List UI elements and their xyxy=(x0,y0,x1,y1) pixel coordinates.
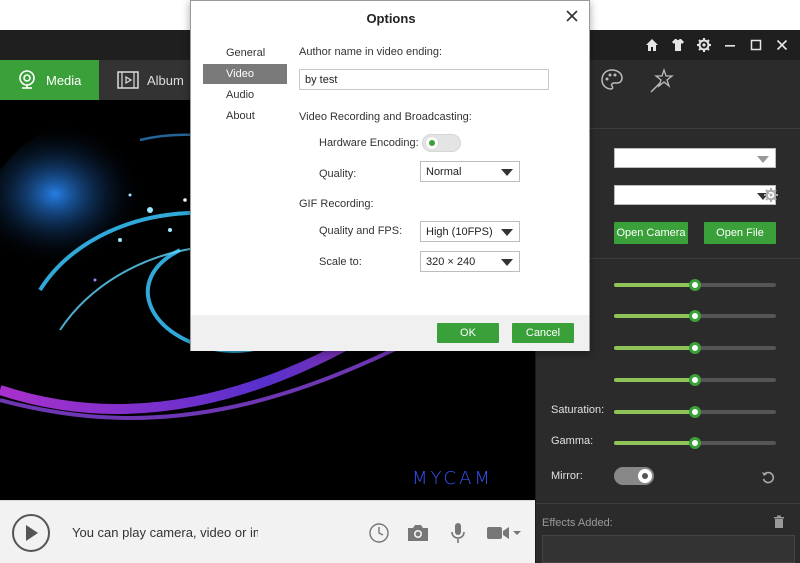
scale-select[interactable]: 320 × 240 xyxy=(420,251,520,272)
saturation-slider[interactable] xyxy=(614,406,776,418)
recording-section-label: Video Recording and Broadcasting: xyxy=(299,111,472,123)
hardware-encoding-label: Hardware Encoding: xyxy=(319,137,419,149)
timer-icon[interactable] xyxy=(368,521,390,545)
quality-select[interactable]: Normal xyxy=(420,161,520,182)
chevron-down-icon xyxy=(757,156,769,163)
author-name-input[interactable] xyxy=(299,69,549,90)
mycam-logo: MYCAM xyxy=(412,468,493,489)
slider-fill xyxy=(614,346,695,350)
scale-value: 320 × 240 xyxy=(426,255,476,268)
author-name-label: Author name in video ending: xyxy=(299,46,443,58)
slider-knob[interactable] xyxy=(689,310,701,322)
resolution-select[interactable] xyxy=(614,185,776,205)
saturation-slider-row: Saturation: xyxy=(536,401,800,421)
slider-knob[interactable] xyxy=(689,374,701,386)
slider-fill xyxy=(614,441,695,445)
dialog-title: Options xyxy=(366,11,416,26)
slider-track[interactable] xyxy=(614,374,776,386)
scale-label: Scale to: xyxy=(319,256,362,268)
camera-snapshot-icon[interactable] xyxy=(406,521,430,545)
maximize-icon[interactable] xyxy=(744,35,768,55)
close-icon[interactable] xyxy=(563,7,581,25)
saturation-label: Saturation: xyxy=(551,404,605,416)
quality-label: Quality: xyxy=(319,168,357,180)
slider-fill xyxy=(614,283,695,287)
gamma-slider[interactable] xyxy=(614,437,776,449)
chevron-down-icon xyxy=(501,169,513,176)
ok-button[interactable]: OK xyxy=(437,323,499,343)
slider-knob[interactable] xyxy=(689,342,701,354)
nav-about[interactable]: About xyxy=(203,106,287,126)
webcam-icon xyxy=(15,68,39,92)
toggle-knob xyxy=(638,469,652,483)
slider-track[interactable] xyxy=(614,342,776,354)
palette-icon[interactable] xyxy=(600,68,624,95)
dialog-footer: OK Cancel xyxy=(191,315,589,351)
video-record-icon[interactable] xyxy=(486,521,510,545)
reset-icon[interactable] xyxy=(761,470,775,487)
tab-album-label: Album xyxy=(147,72,184,88)
gif-section-label: GIF Recording: xyxy=(299,198,374,210)
slider-track[interactable] xyxy=(614,279,776,291)
slider-fill xyxy=(614,314,695,318)
nav-audio[interactable]: Audio xyxy=(203,85,287,105)
slider-fill xyxy=(614,410,695,414)
gif-quality-value: High (10FPS) xyxy=(426,225,493,238)
open-camera-button[interactable]: Open Camera xyxy=(614,222,688,244)
slider-knob[interactable] xyxy=(689,406,701,418)
gamma-label: Gamma: xyxy=(551,435,594,447)
window-controls xyxy=(640,35,794,55)
slider-track[interactable] xyxy=(614,310,776,322)
playback-bar: You can play camera, video or image xyxy=(0,500,535,563)
effects-list[interactable] xyxy=(542,535,795,563)
nav-video[interactable]: Video xyxy=(203,64,287,84)
tab-media[interactable]: Media xyxy=(0,60,99,100)
gamma-slider-row: Gamma: xyxy=(536,432,800,452)
trash-icon[interactable] xyxy=(773,515,785,532)
effects-added-label: Effects Added: xyxy=(542,517,613,529)
home-icon[interactable] xyxy=(640,35,664,55)
chevron-down-icon xyxy=(501,259,513,266)
minimize-icon[interactable] xyxy=(718,35,742,55)
toggle-knob xyxy=(425,136,439,150)
options-dialog: Options General Video Audio About Author… xyxy=(190,0,590,351)
cancel-button[interactable]: Cancel xyxy=(512,323,574,343)
chevron-down-icon[interactable] xyxy=(512,521,522,545)
camera-settings-gear-icon[interactable] xyxy=(764,188,778,205)
chevron-down-icon xyxy=(501,229,513,236)
tab-album[interactable]: Album xyxy=(99,60,194,100)
play-button[interactable] xyxy=(12,514,50,552)
skin-shirt-icon[interactable] xyxy=(666,35,690,55)
camera-select[interactable] xyxy=(614,148,776,168)
slider-fill xyxy=(614,378,695,382)
mirror-toggle[interactable] xyxy=(614,467,654,485)
gif-quality-label: Quality and FPS: xyxy=(319,225,403,237)
adjust-slider-row xyxy=(536,369,800,389)
tab-media-label: Media xyxy=(46,72,82,88)
open-file-button[interactable]: Open File xyxy=(704,222,776,244)
playback-hint: You can play camera, video or image xyxy=(72,525,258,540)
gif-quality-select[interactable]: High (10FPS) xyxy=(420,221,520,242)
mirror-label: Mirror: xyxy=(551,470,583,482)
nav-general[interactable]: General xyxy=(203,43,287,63)
microphone-icon[interactable] xyxy=(450,521,466,545)
divider xyxy=(536,503,800,504)
quality-value: Normal xyxy=(426,165,462,178)
film-strip-icon xyxy=(116,68,140,92)
effects-star-icon[interactable] xyxy=(649,67,675,97)
settings-gear-icon[interactable] xyxy=(692,35,716,55)
slider-knob[interactable] xyxy=(689,437,701,449)
slider-knob[interactable] xyxy=(689,279,701,291)
play-icon xyxy=(26,525,38,541)
close-window-icon[interactable] xyxy=(770,35,794,55)
hardware-encoding-toggle[interactable] xyxy=(422,134,461,152)
